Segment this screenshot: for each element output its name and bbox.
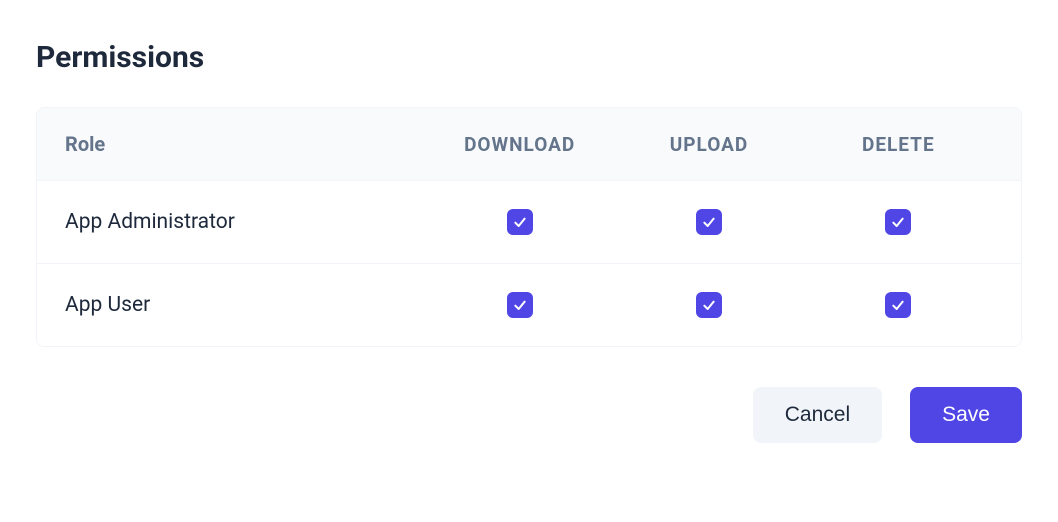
perm-cell (614, 292, 803, 318)
perm-cell (804, 292, 993, 318)
download-checkbox[interactable] (507, 292, 533, 318)
role-label: App User (65, 293, 425, 317)
header-upload: UPLOAD (614, 133, 803, 156)
check-icon (512, 297, 528, 313)
header-role: Role (65, 132, 425, 156)
delete-checkbox[interactable] (885, 209, 911, 235)
check-icon (890, 297, 906, 313)
page-title: Permissions (36, 40, 1022, 75)
download-checkbox[interactable] (507, 209, 533, 235)
check-icon (512, 214, 528, 230)
upload-checkbox[interactable] (696, 292, 722, 318)
delete-checkbox[interactable] (885, 292, 911, 318)
role-label: App Administrator (65, 210, 425, 234)
cancel-button[interactable]: Cancel (753, 387, 882, 443)
perm-cell (614, 209, 803, 235)
check-icon (701, 214, 717, 230)
table-row: App User (37, 263, 1021, 346)
header-delete: DELETE (804, 133, 993, 156)
table-header: Role DOWNLOAD UPLOAD DELETE (37, 108, 1021, 180)
check-icon (890, 214, 906, 230)
actions-bar: Cancel Save (36, 387, 1022, 443)
table-row: App Administrator (37, 180, 1021, 263)
check-icon (701, 297, 717, 313)
perm-cell (804, 209, 993, 235)
upload-checkbox[interactable] (696, 209, 722, 235)
permissions-table: Role DOWNLOAD UPLOAD DELETE App Administ… (36, 107, 1022, 347)
save-button[interactable]: Save (910, 387, 1022, 443)
perm-cell (425, 292, 614, 318)
header-download: DOWNLOAD (425, 133, 614, 156)
perm-cell (425, 209, 614, 235)
